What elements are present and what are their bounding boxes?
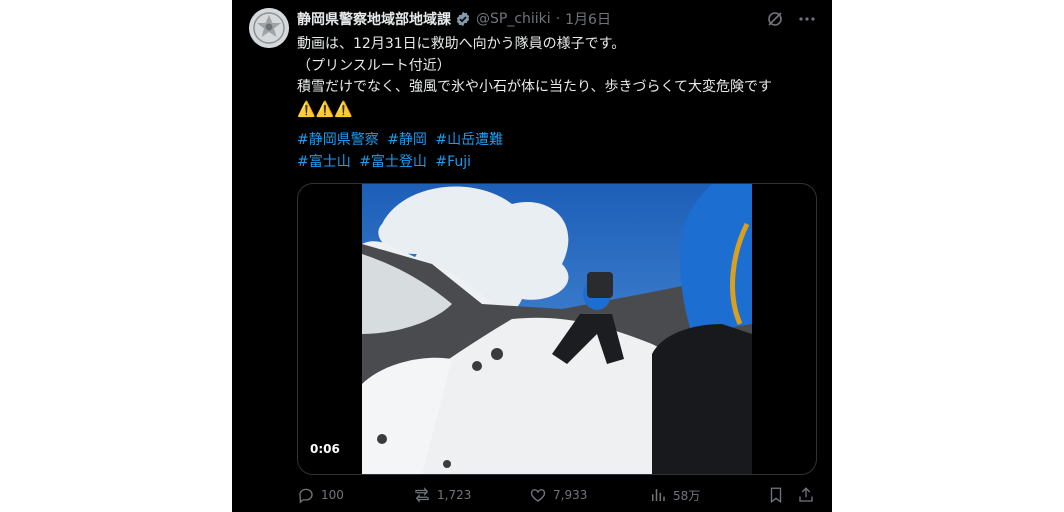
like-button[interactable]: 7,933 — [529, 486, 587, 504]
tweet-text-line: 動画は、12月31日に救助へ向かう隊員の様子です。 — [297, 36, 626, 52]
like-icon — [530, 489, 546, 502]
reply-count: 100 — [321, 488, 344, 502]
like-count: 7,933 — [553, 488, 588, 502]
repost-button[interactable]: 1,723 — [413, 486, 471, 504]
post-date[interactable]: 1月6日 — [565, 9, 611, 29]
hashtags: #静岡県警察 #静岡 #山岳遭難 #富士山 #富士登山 #Fuji — [297, 130, 507, 173]
reply-icon — [299, 488, 313, 504]
video-frame[interactable] — [362, 184, 752, 474]
views-button[interactable]: 58万 — [649, 486, 700, 504]
hashtag-link[interactable]: #静岡県警察 — [297, 132, 379, 148]
action-bar: 100 1,723 7,933 58万 — [297, 486, 817, 508]
views-icon — [652, 489, 665, 501]
video-duration: 0:06 — [310, 442, 340, 456]
verified-badge-icon[interactable] — [455, 11, 471, 27]
hashtag-link[interactable]: #山岳遭難 — [435, 132, 503, 148]
tweet-text-line: （プリンスルート付近） — [297, 57, 451, 74]
hashtag-link[interactable]: #静岡 — [387, 132, 427, 148]
tweet: 静岡県警察地域部地域課 @SP_chiiki · 1月6日 動画は、12月31日… — [232, 0, 832, 512]
warning-emojis: ⚠️⚠️⚠️ — [297, 99, 354, 118]
views-count: 58万 — [673, 488, 701, 503]
tweet-header: 静岡県警察地域部地域課 @SP_chiiki · 1月6日 — [297, 9, 611, 29]
hashtag-link[interactable]: #富士登山 — [359, 154, 427, 170]
author-name[interactable]: 静岡県警察地域部地域課 — [297, 9, 451, 29]
hashtag-link[interactable]: #Fuji — [435, 154, 471, 170]
author-handle[interactable]: @SP_chiiki — [476, 11, 551, 27]
repost-icon — [415, 487, 429, 503]
avatar[interactable] — [249, 8, 289, 48]
hashtag-link[interactable]: #富士山 — [297, 154, 351, 170]
share-icon[interactable] — [797, 486, 815, 504]
more-icon[interactable] — [798, 10, 816, 32]
bookmark-icon[interactable] — [767, 486, 785, 504]
reply-button[interactable]: 100 — [297, 486, 344, 504]
top-actions — [766, 10, 816, 32]
tweet-text-line: 積雪だけでなく、強風で氷や小石が体に当たり、歩きづらくて大変危険です — [297, 79, 773, 95]
video-player[interactable]: 0:06 — [297, 183, 817, 475]
header-separator: · — [555, 11, 561, 27]
tweet-text: 動画は、12月31日に救助へ向かう隊員の様子です。 （プリンスルート付近） 積雪… — [297, 34, 817, 120]
repost-count: 1,723 — [437, 488, 472, 502]
grok-icon[interactable] — [766, 10, 784, 32]
